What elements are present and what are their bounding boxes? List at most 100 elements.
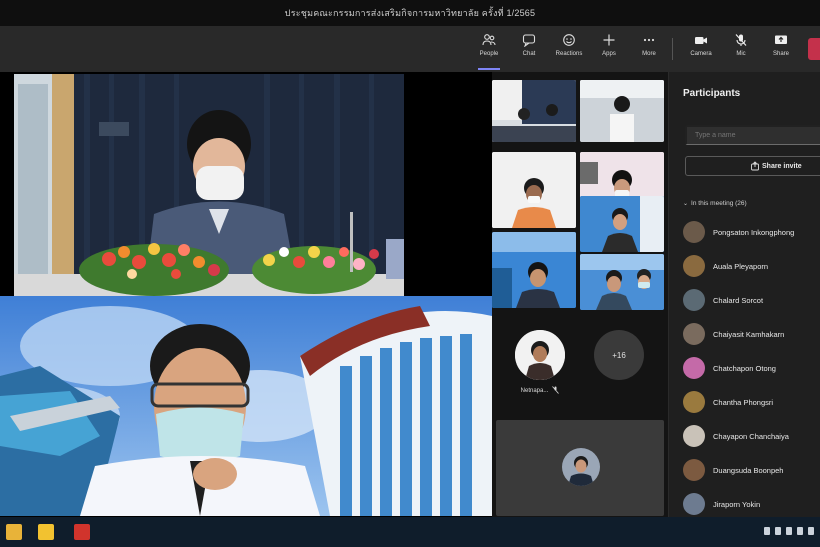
share-screen-icon xyxy=(773,32,789,48)
file-explorer-icon[interactable] xyxy=(6,524,22,540)
avatar xyxy=(515,330,565,380)
more-label: More xyxy=(642,51,656,57)
search-input[interactable] xyxy=(685,125,820,145)
participant-avatar-tile[interactable]: Netnapa... xyxy=(500,330,580,396)
in-meeting-label: In this meeting (26) xyxy=(691,200,747,207)
people-icon xyxy=(481,32,497,48)
video-tile-7[interactable] xyxy=(580,254,664,310)
avatar xyxy=(683,323,705,345)
participant-row[interactable]: Duangsuda Boonpeh xyxy=(683,458,820,482)
video-tile-6[interactable] xyxy=(580,196,664,252)
system-tray xyxy=(764,527,814,535)
avatar xyxy=(683,289,705,311)
tray-icon[interactable] xyxy=(764,527,770,535)
self-avatar xyxy=(562,448,600,486)
network-icon[interactable] xyxy=(775,527,781,535)
mic-muted-icon xyxy=(552,386,560,396)
reactions-button[interactable]: Reactions xyxy=(552,32,586,68)
panel-title: Participants xyxy=(683,88,741,99)
share-button[interactable]: Share xyxy=(764,32,798,68)
window-title: ประชุมคณะกรรมการส่งเสริมกิจการมหาวิทยาลั… xyxy=(284,8,536,18)
mic-label: Mic xyxy=(736,51,746,57)
video-tile-7-frame xyxy=(580,254,664,310)
battery-icon[interactable] xyxy=(797,527,803,535)
participant-name: Chantha Phongsri xyxy=(713,397,774,407)
share-invite-button[interactable]: Share invite xyxy=(685,156,820,176)
participant-name: Chalard Sorcot xyxy=(713,295,764,305)
pdf-reader-icon[interactable] xyxy=(74,524,90,540)
camera-label: Camera xyxy=(690,51,712,57)
title-bar: ประชุมคณะกรรมการส่งเสริมกิจการมหาวิทยาลั… xyxy=(0,0,820,26)
apps-label: Apps xyxy=(602,51,616,57)
chat-icon xyxy=(521,32,537,48)
meeting-toolbar: People Chat Reactions Apps More Camera M… xyxy=(0,26,820,72)
people-label: People xyxy=(479,51,499,57)
video-tile-5[interactable] xyxy=(492,232,576,308)
video-tile-1[interactable] xyxy=(492,80,576,142)
reactions-icon xyxy=(561,32,577,48)
volume-icon[interactable] xyxy=(786,527,792,535)
participants-panel: Participants Share invite ⌄In this meeti… xyxy=(668,72,820,517)
reactions-label: Reactions xyxy=(555,51,583,57)
more-dots-icon xyxy=(641,32,657,48)
avatar xyxy=(683,255,705,277)
sticky-notes-icon[interactable] xyxy=(38,524,54,540)
os-taskbar xyxy=(0,517,820,547)
avatar xyxy=(683,357,705,379)
chat-label: Chat xyxy=(522,51,536,57)
more-button[interactable]: More xyxy=(632,32,666,68)
plus-icon xyxy=(601,32,617,48)
participant-name: Duangsuda Boonpeh xyxy=(713,465,784,475)
participant-name: Jiraporn Yokin xyxy=(713,499,761,509)
video-tile-1-frame xyxy=(492,80,576,142)
participant-row[interactable]: Chantha Phongsri xyxy=(683,390,820,414)
video-tile-3-frame xyxy=(492,152,576,228)
participant-name: Pongsaton Inkongphong xyxy=(713,227,795,237)
mic-button[interactable]: Mic xyxy=(724,32,758,68)
toolbar-divider xyxy=(672,38,673,60)
avatar xyxy=(683,493,705,515)
self-avatar-photo xyxy=(562,448,600,486)
participant-row[interactable]: Chatchapon Otong xyxy=(683,356,820,380)
video-tile-2[interactable] xyxy=(580,80,664,142)
avatar-name: Netnapa... xyxy=(520,388,549,394)
video-tile-6-frame xyxy=(580,196,664,252)
avatar xyxy=(683,425,705,447)
participant-row[interactable]: Chaiyasit Kamhakarn xyxy=(683,322,820,346)
video-tile-self[interactable] xyxy=(496,420,664,516)
apps-button[interactable]: Apps xyxy=(592,32,626,68)
people-button[interactable]: People xyxy=(472,32,506,70)
avatar-photo xyxy=(515,330,565,380)
more-participants-tile[interactable]: +16 xyxy=(592,330,646,380)
participant-row[interactable]: Jiraporn Yokin xyxy=(683,492,820,516)
teams-meeting-window: ประชุมคณะกรรมการส่งเสริมกิจการมหาวิทยาลั… xyxy=(0,0,820,547)
chat-button[interactable]: Chat xyxy=(512,32,546,68)
leave-button[interactable] xyxy=(808,38,820,60)
participant-row[interactable]: Chalard Sorcot xyxy=(683,288,820,312)
avatar xyxy=(683,221,705,243)
participant-name: Auala Pleyaporn xyxy=(713,261,769,271)
share-invite-icon xyxy=(750,161,760,173)
participant-video-grid: Netnapa... +16 xyxy=(492,72,668,517)
language-icon[interactable] xyxy=(808,527,814,535)
video-tile-3[interactable] xyxy=(492,152,576,228)
participant-name: Chayapon Chanchaiya xyxy=(713,431,789,441)
participant-name: Chaiyasit Kamhakarn xyxy=(713,329,785,339)
in-meeting-section[interactable]: ⌄ In this meeting (26) xyxy=(683,200,747,207)
camera-button[interactable]: Camera xyxy=(684,32,718,68)
mic-off-icon xyxy=(733,32,749,48)
avatar xyxy=(683,459,705,481)
video-tile-presenter[interactable] xyxy=(14,74,404,296)
video-tile-5-frame xyxy=(492,232,576,308)
share-label: Share xyxy=(772,51,789,57)
main-video-stage xyxy=(0,72,492,517)
avatar xyxy=(683,391,705,413)
video-tile-speaker[interactable] xyxy=(0,296,492,516)
camera-icon xyxy=(693,32,709,48)
participant-row[interactable]: Chayapon Chanchaiya xyxy=(683,424,820,448)
participant-row[interactable]: Pongsaton Inkongphong xyxy=(683,220,820,244)
participant-name: Chatchapon Otong xyxy=(713,363,776,373)
more-participants-count: +16 xyxy=(594,330,644,380)
video-tile-2-frame xyxy=(580,80,664,142)
participant-row[interactable]: Auala Pleyaporn xyxy=(683,254,820,278)
